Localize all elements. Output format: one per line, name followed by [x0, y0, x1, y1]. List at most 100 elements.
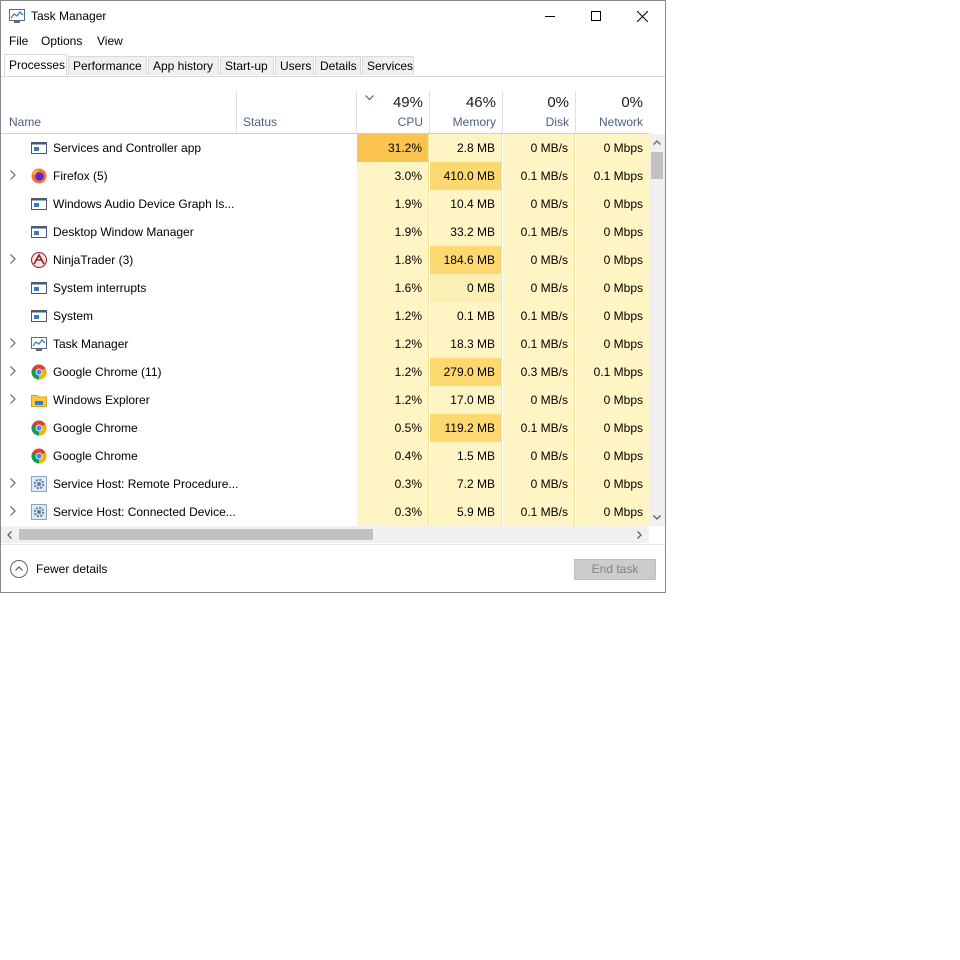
sort-descending-icon: [365, 95, 374, 101]
process-name: Task Manager: [53, 337, 129, 351]
tab-performance[interactable]: Performance: [68, 56, 147, 75]
chevron-right-icon[interactable]: [10, 478, 16, 491]
process-row[interactable]: Service Host: Remote Procedure... 0.3% 7.2…: [1, 470, 649, 498]
process-list: Services and Controller app 31.2% 2.8 MB 0 …: [1, 134, 649, 526]
memory-total: 46%: [465, 94, 496, 111]
process-memory-cell: 18.3 MB: [430, 330, 502, 358]
column-name[interactable]: Name: [1, 91, 236, 133]
process-memory-cell: 410.0 MB: [430, 162, 502, 190]
process-memory-cell: 0 MB: [430, 274, 502, 302]
disk-total: 0%: [547, 94, 569, 111]
horizontal-scrollbar[interactable]: [1, 526, 649, 543]
ninjatrader-icon: [31, 252, 47, 268]
tab-start-up[interactable]: Start-up: [220, 56, 274, 75]
chevron-right-icon[interactable]: [10, 366, 16, 379]
process-disk-cell: 0 MB/s: [503, 274, 575, 302]
minimize-button[interactable]: [527, 1, 573, 31]
chevron-up-circle-icon[interactable]: [10, 560, 28, 578]
process-disk-cell: 0 MB/s: [503, 386, 575, 414]
title-bar[interactable]: Task Manager: [1, 1, 665, 31]
process-row[interactable]: Services and Controller app 31.2% 2.8 MB 0 …: [1, 134, 649, 162]
process-memory-cell: 17.0 MB: [430, 386, 502, 414]
process-network-cell: 0 Mbps: [576, 414, 649, 442]
vertical-scrollbar[interactable]: [649, 134, 665, 526]
tab-processes[interactable]: Processes: [4, 54, 67, 76]
service-app-icon: [31, 140, 47, 156]
process-disk-cell: 0 MB/s: [503, 134, 575, 162]
process-network-cell: 0 Mbps: [576, 302, 649, 330]
scroll-up-arrow-icon[interactable]: [653, 140, 661, 145]
minimize-icon: [545, 16, 555, 17]
process-disk-cell: 0 MB/s: [503, 190, 575, 218]
process-network-cell: 0 Mbps: [576, 498, 649, 526]
menu-bar: File Options View: [1, 31, 665, 51]
column-memory[interactable]: 46% Memory: [430, 91, 502, 133]
chevron-right-icon[interactable]: [10, 254, 16, 267]
menu-options[interactable]: Options: [41, 34, 82, 48]
service-app-icon: [31, 308, 47, 324]
process-row[interactable]: Google Chrome 0.5% 119.2 MB 0.1 MB/s 0 Mbps: [1, 414, 649, 442]
chevron-right-icon[interactable]: [10, 170, 16, 183]
process-disk-cell: 0.1 MB/s: [503, 498, 575, 526]
process-row[interactable]: Google Chrome (11) 1.2% 279.0 MB 0.3 MB/s 0.…: [1, 358, 649, 386]
folder-icon: [31, 392, 47, 408]
process-name: Service Host: Connected Device...: [53, 505, 236, 519]
process-network-cell: 0 Mbps: [576, 246, 649, 274]
scroll-left-arrow-icon[interactable]: [7, 531, 12, 539]
column-header-row: Name Status 49% CPU 46% Memory 0% Disk 0…: [1, 91, 649, 134]
tab-details[interactable]: Details: [315, 56, 361, 75]
column-status[interactable]: Status: [237, 91, 356, 133]
process-disk-cell: 0.1 MB/s: [503, 330, 575, 358]
menu-file[interactable]: File: [9, 34, 28, 48]
process-name: Desktop Window Manager: [53, 225, 194, 239]
process-row[interactable]: Desktop Window Manager 1.9% 33.2 MB 0.1 MB/…: [1, 218, 649, 246]
service-app-icon: [31, 224, 47, 240]
column-disk[interactable]: 0% Disk: [503, 91, 575, 133]
chevron-right-icon[interactable]: [10, 506, 16, 519]
process-memory-cell: 33.2 MB: [430, 218, 502, 246]
horizontal-scroll-thumb[interactable]: [19, 529, 373, 540]
process-name: System interrupts: [53, 281, 147, 295]
process-cpu-cell: 1.2%: [357, 358, 429, 386]
scroll-right-arrow-icon[interactable]: [637, 531, 642, 539]
chrome-icon: [31, 420, 47, 436]
process-network-cell: 0 Mbps: [576, 442, 649, 470]
process-memory-cell: 5.9 MB: [430, 498, 502, 526]
maximize-button[interactable]: [573, 1, 619, 31]
task-manager-window: Task Manager File Options View Processes…: [0, 0, 666, 593]
column-status-label: Status: [243, 115, 278, 129]
process-row[interactable]: Firefox (5) 3.0% 410.0 MB 0.1 MB/s 0.1 Mbps: [1, 162, 649, 190]
column-cpu[interactable]: 49% CPU: [357, 91, 429, 133]
tab-users[interactable]: Users: [275, 56, 314, 75]
vertical-scroll-thumb[interactable]: [651, 152, 663, 179]
process-row[interactable]: Task Manager 1.2% 18.3 MB 0.1 MB/s 0 Mbps: [1, 330, 649, 358]
process-row[interactable]: Service Host: Connected Device... 0.3% 5.9…: [1, 498, 649, 526]
process-memory-cell: 184.6 MB: [430, 246, 502, 274]
close-button[interactable]: [619, 1, 665, 31]
column-network[interactable]: 0% Network: [576, 91, 649, 133]
fewer-details-link[interactable]: Fewer details: [36, 562, 107, 576]
process-name: Windows Audio Device Graph Is...: [53, 197, 235, 211]
process-row[interactable]: System interrupts 1.6% 0 MB 0 MB/s 0 Mbps: [1, 274, 649, 302]
process-disk-cell: 0.1 MB/s: [503, 302, 575, 330]
menu-view[interactable]: View: [97, 34, 123, 48]
column-disk-label: Disk: [545, 115, 569, 129]
process-row[interactable]: Google Chrome 0.4% 1.5 MB 0 MB/s 0 Mbps: [1, 442, 649, 470]
process-row[interactable]: System 1.2% 0.1 MB 0.1 MB/s 0 Mbps: [1, 302, 649, 330]
column-network-label: Network: [598, 115, 643, 129]
process-cpu-cell: 0.5%: [357, 414, 429, 442]
process-row[interactable]: Windows Audio Device Graph Is... 1.9% 10.4…: [1, 190, 649, 218]
process-memory-cell: 279.0 MB: [430, 358, 502, 386]
chevron-right-icon[interactable]: [10, 338, 16, 351]
process-row[interactable]: NinjaTrader (3) 1.8% 184.6 MB 0 MB/s 0 Mbps: [1, 246, 649, 274]
end-task-button[interactable]: End task: [574, 559, 656, 580]
maximize-icon: [591, 11, 601, 21]
chevron-right-icon[interactable]: [10, 394, 16, 407]
column-name-label: Name: [9, 115, 42, 129]
process-network-cell: 0 Mbps: [576, 386, 649, 414]
process-row[interactable]: Windows Explorer 1.2% 17.0 MB 0 MB/s 0 Mbps: [1, 386, 649, 414]
tab-app-history[interactable]: App history: [148, 56, 219, 75]
process-memory-cell: 2.8 MB: [430, 134, 502, 162]
tab-services[interactable]: Services: [362, 56, 414, 75]
scroll-down-arrow-icon[interactable]: [653, 515, 661, 520]
